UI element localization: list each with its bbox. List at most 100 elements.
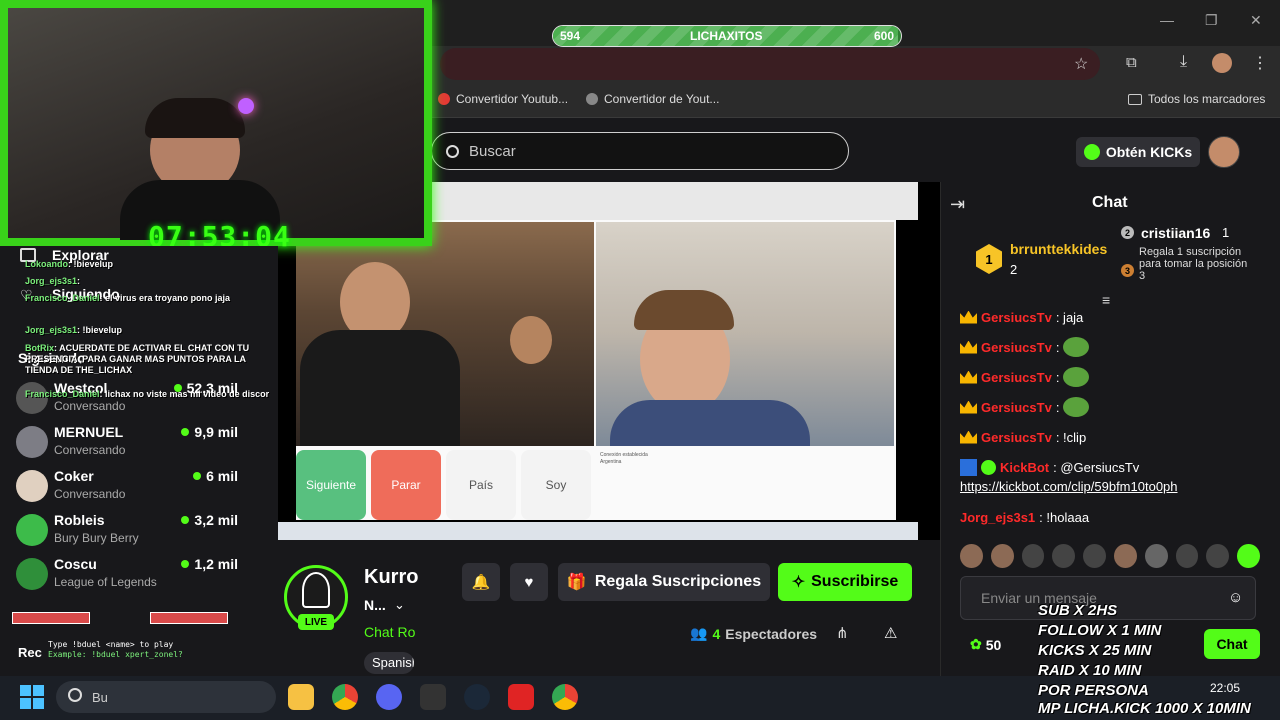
chat-message: GersiucsTv: bbox=[960, 395, 1270, 419]
steam-icon[interactable] bbox=[464, 684, 490, 710]
crown-icon bbox=[960, 340, 977, 354]
channel-category: Conversando bbox=[54, 399, 126, 413]
channel-robleis[interactable]: Robleis Bury Bury Berry 3,2 mil bbox=[16, 512, 246, 556]
goal-end: 600 bbox=[874, 29, 895, 43]
emote-icon[interactable] bbox=[1113, 544, 1137, 568]
country-button[interactable]: País bbox=[446, 450, 516, 520]
collapse-chat-icon[interactable]: ⇥ bbox=[950, 194, 965, 215]
channel-coscu[interactable]: Coscu League of Legends 1,2 mil bbox=[16, 556, 246, 600]
search-input[interactable]: Buscar bbox=[431, 132, 849, 170]
share-icon[interactable]: ⋔ bbox=[836, 624, 849, 642]
channel-name: Coker bbox=[54, 468, 94, 484]
emote-icon[interactable] bbox=[990, 544, 1014, 568]
file-explorer-icon[interactable] bbox=[288, 684, 314, 710]
soy-button[interactable]: Soy bbox=[521, 450, 591, 520]
channel-mernuel[interactable]: MERNUEL Conversando 9,9 mil bbox=[16, 424, 246, 468]
promo-line: RAID X 10 MIN bbox=[1038, 662, 1142, 679]
overlay-chat-text: : !bievelup bbox=[68, 259, 114, 269]
channel-coker[interactable]: Coker Conversando 6 mil bbox=[16, 468, 246, 512]
close-icon[interactable]: ✕ bbox=[1250, 12, 1262, 29]
viewer-count-value: 1,2 mil bbox=[194, 556, 238, 572]
channel-points[interactable]: ✿ 50 bbox=[970, 636, 1001, 653]
maximize-icon[interactable]: ❐ bbox=[1205, 12, 1218, 29]
notification-button[interactable]: 🔔 bbox=[462, 563, 500, 601]
extensions-icon[interactable]: ⧉ bbox=[1126, 54, 1137, 71]
chrome-icon[interactable] bbox=[332, 684, 358, 710]
all-bookmarks[interactable]: Todos los marcadores bbox=[1128, 92, 1265, 106]
emote-strip bbox=[960, 544, 1260, 568]
leader2-rank-badge: 2 bbox=[1121, 226, 1134, 239]
kick-emote-icon[interactable] bbox=[1237, 544, 1260, 568]
guest-shirt bbox=[610, 400, 810, 446]
profile-icon[interactable] bbox=[1212, 53, 1232, 73]
emote-icon[interactable] bbox=[1175, 544, 1199, 568]
live-dot-icon bbox=[193, 472, 202, 480]
emote-icon[interactable] bbox=[1083, 544, 1106, 568]
points-icon: ✿ bbox=[970, 636, 982, 652]
avatar bbox=[16, 470, 48, 502]
gift-subs-button[interactable]: 🎁 Regala Suscripciones bbox=[558, 563, 770, 601]
channel-name: MERNUEL bbox=[54, 424, 124, 440]
chat-message: GersiucsTv: bbox=[960, 365, 1270, 389]
get-kicks-button[interactable]: Obtén KICKs bbox=[1076, 137, 1200, 167]
channel-westcol[interactable]: Westcol Conversando 52,3 mil bbox=[16, 380, 246, 424]
minimize-icon[interactable]: — bbox=[1160, 12, 1174, 28]
subscribe-button[interactable]: ✧ Suscribirse bbox=[778, 563, 912, 601]
goal-label: LICHAXITOS bbox=[690, 29, 763, 43]
leader3-rank-badge: 3 bbox=[1121, 264, 1134, 277]
epic-games-icon[interactable] bbox=[420, 684, 446, 710]
discord-icon[interactable] bbox=[376, 684, 402, 710]
menu-icon[interactable]: ⋮ bbox=[1252, 53, 1268, 73]
stop-button[interactable]: Parar bbox=[371, 450, 441, 520]
chat-message: Jorg_ejs3s1: !holaaa bbox=[960, 505, 1270, 529]
chevron-down-icon[interactable]: ⌄ bbox=[394, 597, 405, 613]
chat-username[interactable]: Jorg_ejs3s1 bbox=[960, 510, 1035, 525]
emote-icon[interactable] bbox=[1021, 544, 1045, 568]
warning-icon[interactable]: ⚠ bbox=[884, 624, 897, 642]
emote-icon[interactable] bbox=[1052, 544, 1076, 568]
follow-button[interactable]: ♥ bbox=[510, 563, 548, 601]
taskbar-search[interactable]: Bu bbox=[56, 681, 276, 713]
chrome-alt-icon[interactable] bbox=[552, 684, 578, 710]
chat-username[interactable]: GersiucsTv bbox=[981, 310, 1052, 325]
viewer-label: Espectadores bbox=[725, 625, 818, 642]
duel-bar-right bbox=[150, 612, 228, 624]
windows-start-icon[interactable] bbox=[20, 685, 44, 709]
leader-name[interactable]: brrunttekkides bbox=[1010, 241, 1107, 257]
subscribe-label: Suscribirse bbox=[811, 573, 899, 590]
download-icon[interactable]: ⤓ bbox=[1180, 53, 1187, 71]
chat-username[interactable]: GersiucsTv bbox=[981, 400, 1052, 415]
overlay-chat-user: Jorg_ejs3s1 bbox=[25, 325, 78, 335]
pepe-emote-icon bbox=[1063, 367, 1090, 387]
overlay-chat-text: : el virus era troyano pono jaja bbox=[99, 293, 231, 303]
viewer-count: 9,9 mil bbox=[181, 424, 238, 440]
viewer-count: 4 bbox=[712, 625, 721, 642]
channel-name: Coscu bbox=[54, 556, 97, 572]
user-avatar[interactable] bbox=[1208, 136, 1240, 168]
connection-text: Conexión establecida bbox=[600, 452, 648, 458]
skeleton-icon bbox=[302, 572, 330, 608]
chat-username[interactable]: GersiucsTv bbox=[981, 430, 1052, 445]
points-value: 50 bbox=[985, 636, 1002, 653]
language-tag[interactable]: Spanish bbox=[364, 652, 414, 674]
promo-line: SUB X 2HS bbox=[1038, 602, 1118, 619]
chat-link[interactable]: https://kickbot.com/clip/59bfm10to0ph bbox=[960, 479, 1178, 494]
leader2-name[interactable]: cristiian16 bbox=[1141, 225, 1210, 241]
stream-title: N... bbox=[364, 597, 386, 613]
emote-icon[interactable] bbox=[1206, 544, 1230, 568]
emote-icon[interactable] bbox=[1144, 544, 1168, 568]
chat-username[interactable]: KickBot bbox=[1000, 460, 1049, 475]
bookmark-2[interactable]: Convertidor de Yout... bbox=[586, 92, 719, 106]
bookmark-1[interactable]: Convertidor Youtub... bbox=[438, 92, 568, 106]
next-button[interactable]: Siguiente bbox=[296, 450, 366, 520]
viewer-count: 1,2 mil bbox=[181, 556, 238, 572]
chat-username[interactable]: GersiucsTv bbox=[981, 340, 1052, 355]
chat-username[interactable]: GersiucsTv bbox=[981, 370, 1052, 385]
overlay-chat-line: Francisco_Daniel: lichax no viste mas mi… bbox=[25, 389, 275, 400]
riot-icon[interactable] bbox=[508, 684, 534, 710]
emote-icon[interactable] bbox=[960, 544, 983, 568]
address-bar[interactable] bbox=[440, 48, 1100, 80]
star-icon[interactable]: ☆ bbox=[1074, 54, 1088, 74]
stream-category[interactable]: Chat Ro bbox=[364, 624, 415, 640]
streamer-name[interactable]: Kurro bbox=[364, 566, 418, 589]
